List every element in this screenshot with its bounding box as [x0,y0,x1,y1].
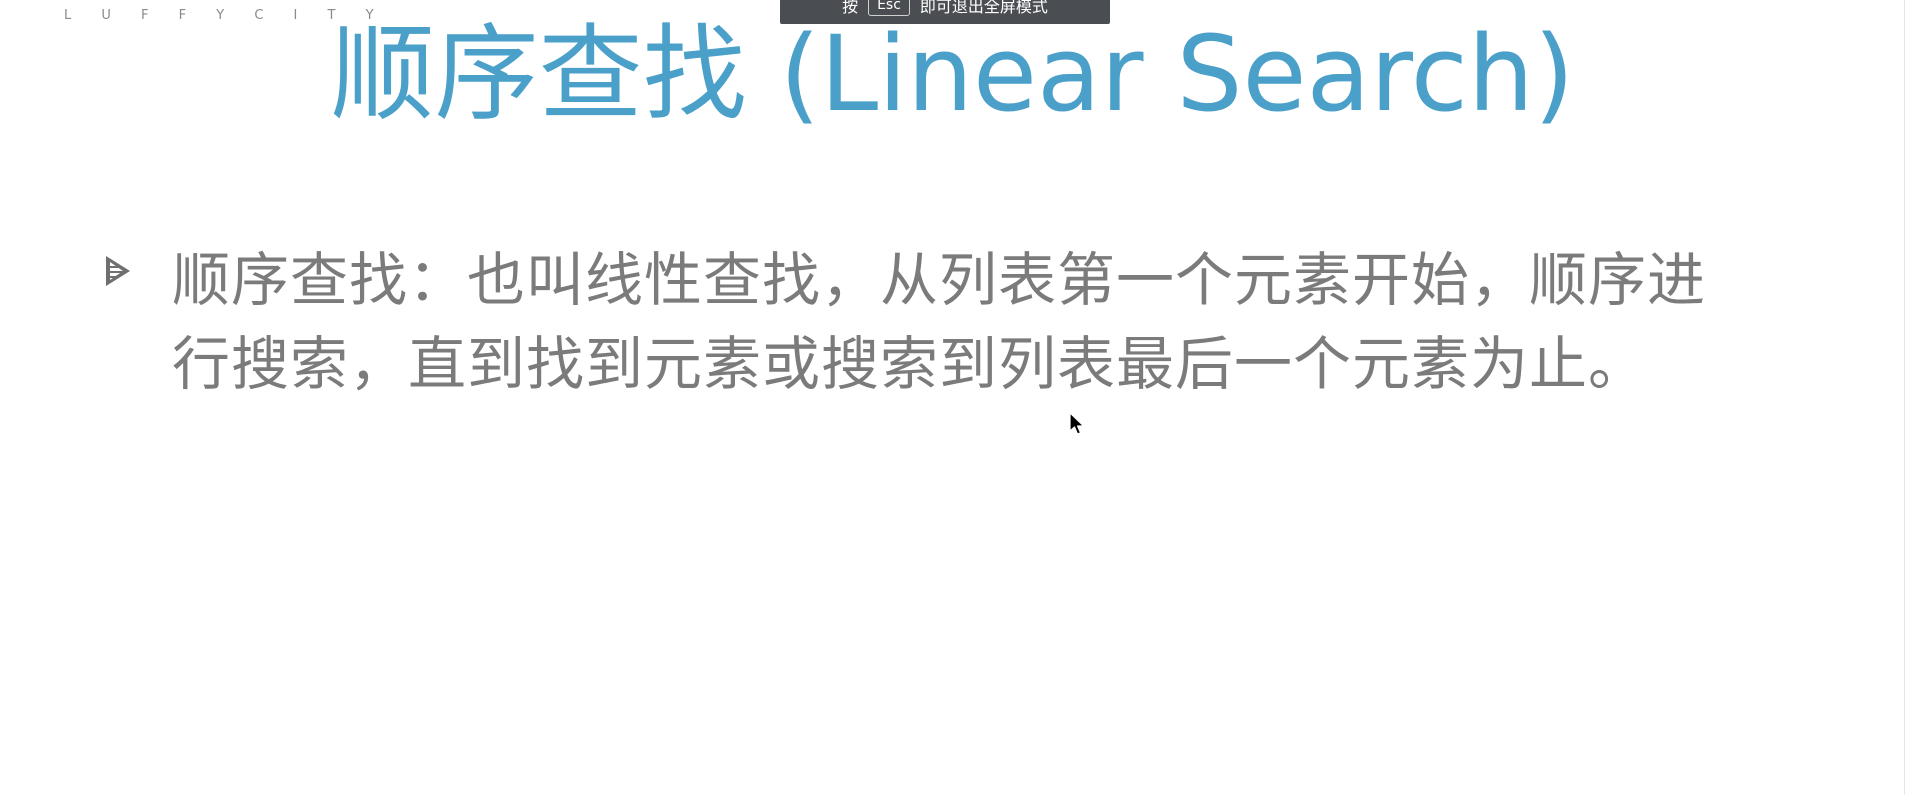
slide: L U F F Y C I T Y 按 Esc 即可退出全屏模式 顺序查找 (L… [0,0,1905,795]
bullet-text: 顺序查找：也叫线性查找，从列表第一个元素开始，顺序进行搜索，直到找到元素或搜索到… [172,246,1707,398]
mouse-pointer-icon [1069,412,1085,435]
slide-title: 顺序查找 (Linear Search) [330,13,1575,135]
triangle-bullet-icon [106,256,130,286]
bullet-item: 顺序查找：也叫线性查找，从列表第一个元素开始，顺序进行搜索，直到找到元素或搜索到… [104,238,1744,406]
